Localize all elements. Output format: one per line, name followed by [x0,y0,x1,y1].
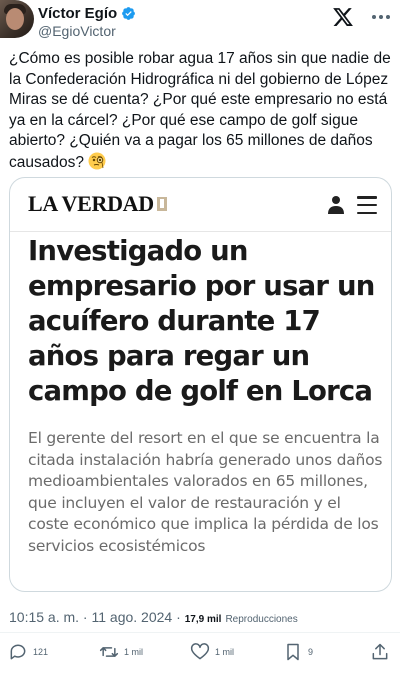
author-avatar[interactable] [0,0,34,38]
face-with-monocle-emoji-icon [88,152,106,169]
publication-logo-mark-icon [156,197,167,211]
tweet-body: ¿Cómo es posible robar agua 17 años sin … [9,50,391,171]
publication-name: LA VERDAD [28,191,154,216]
views-count: 17,9 mil [184,614,222,625]
actions-divider [0,632,400,633]
more-options-icon[interactable] [368,6,394,28]
like-button[interactable]: 1 mil [190,642,234,662]
author-name-row[interactable]: Víctor Egío [38,5,136,22]
bookmark-button[interactable]: 9 [283,642,313,662]
article-deck: El gerente del resort en el que se encue… [28,429,383,555]
bookmark-count: 9 [308,647,314,657]
reply-button[interactable]: 121 [8,642,48,662]
tweet-header: Víctor Egío @EgioVictor [0,0,400,44]
author-name[interactable]: Víctor Egío [38,5,117,22]
views-label: Reproducciones [225,614,298,625]
card-site-header: LA VERDAD [10,178,391,232]
reply-icon [10,644,26,660]
publication-logo: LA VERDAD [28,191,167,217]
user-account-icon[interactable] [327,195,345,215]
bookmark-icon [287,643,299,661]
tweet-timestamp[interactable]: 10:15 a. m. · 11 ago. 2024 · [9,609,181,625]
x-logo-icon[interactable] [332,6,354,28]
link-preview-card[interactable]: LA VERDAD Investigado un empresario por … [9,177,392,592]
hamburger-menu-icon[interactable] [357,196,377,214]
repost-button[interactable]: 1 mil [99,642,143,662]
tweet-actions-bar: 121 1 mil 1 mil 9 [0,638,400,668]
share-icon [372,643,388,660]
verified-badge-icon [122,7,136,20]
repost-count: 1 mil [124,647,144,657]
tweet-text: ¿Cómo es posible robar agua 17 años sin … [9,49,394,173]
repost-icon [99,647,119,657]
tweet-meta: 10:15 a. m. · 11 ago. 2024 · 17,9 mil Re… [9,609,298,625]
author-handle[interactable]: @EgioVictor [38,23,116,39]
like-count: 1 mil [215,647,235,657]
share-button[interactable] [370,642,390,662]
heart-icon [190,643,210,660]
article-headline: Investigado un empresario por usar un ac… [28,235,375,407]
reply-count: 121 [33,647,49,657]
